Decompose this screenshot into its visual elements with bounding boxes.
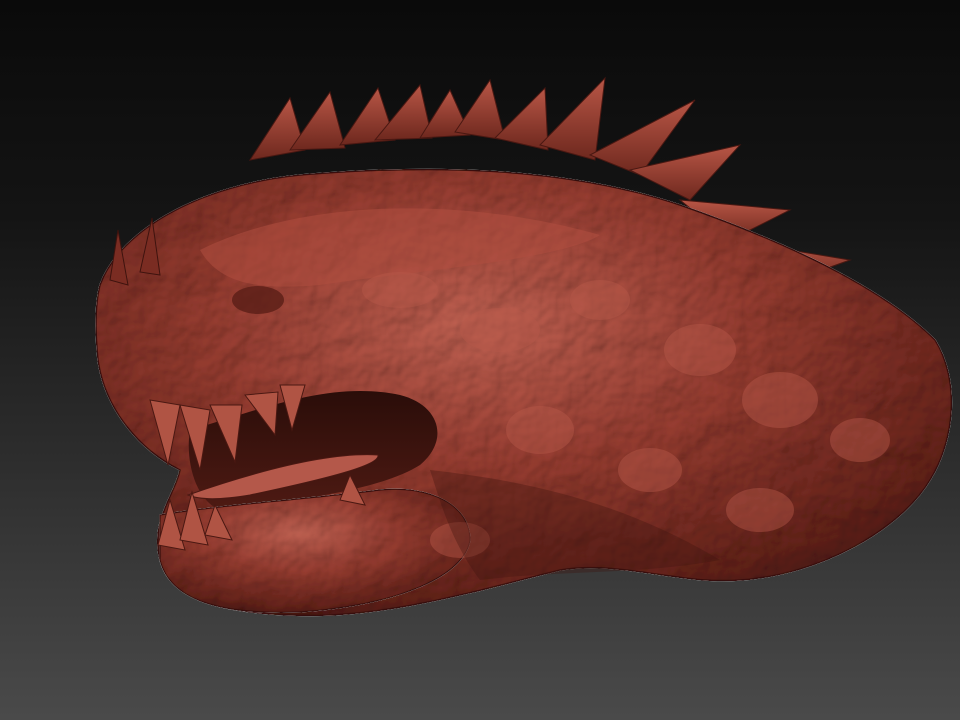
sculpt-viewport[interactable] bbox=[0, 0, 960, 720]
dragon-head-sculpt bbox=[95, 76, 953, 617]
eye-socket bbox=[232, 286, 284, 314]
